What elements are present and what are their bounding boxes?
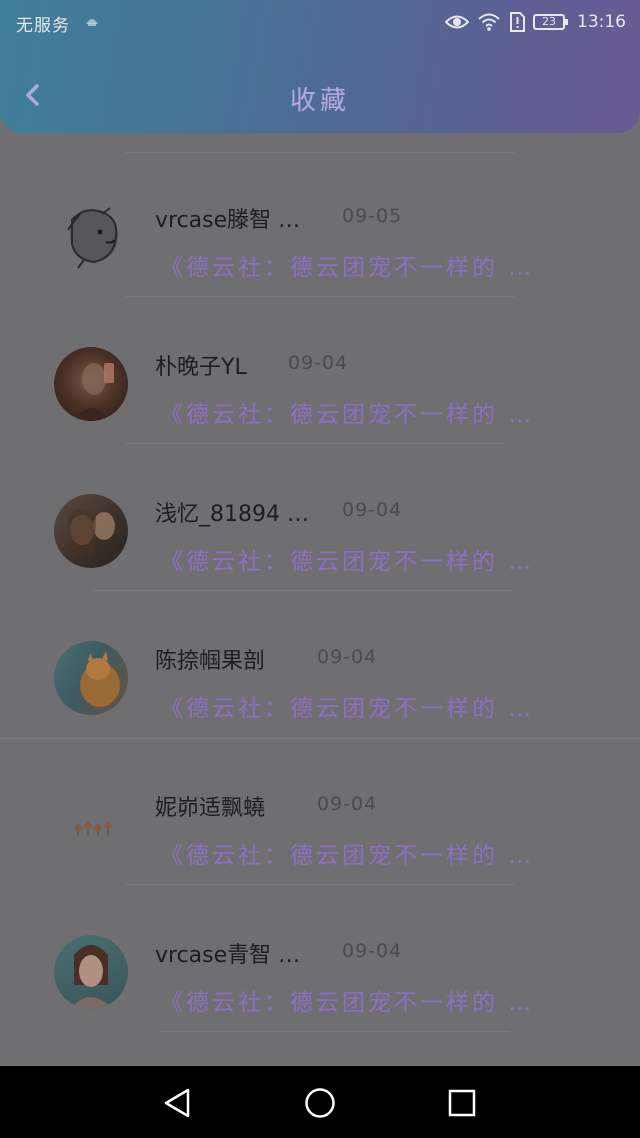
sim-alert-icon [510, 12, 525, 32]
wifi-icon [478, 13, 500, 31]
avatar[interactable] [54, 494, 128, 568]
sim-status-icon [86, 19, 98, 26]
carrier-label: 无服务 [16, 16, 70, 36]
list-item[interactable]: vrcase滕智 … 09-05 《德云社：德云团宠不一样的 … [0, 150, 640, 297]
avatar[interactable] [54, 347, 128, 421]
list-item[interactable]: vrcase青智 … 09-04 《德云社：德云团宠不一样的 … [0, 885, 640, 1032]
user-name: vrcase青智 … [155, 943, 301, 968]
list-item[interactable]: 浅忆_81894 … 09-04 《德云社：德云团宠不一样的 … [0, 444, 640, 591]
page-title: 收藏 [289, 86, 350, 116]
post-date: 09-04 [317, 793, 378, 815]
post-preview: 《德云社：德云团宠不一样的 … [160, 402, 535, 428]
avatar[interactable] [54, 641, 128, 715]
user-name: 朴晚子YL [155, 355, 247, 380]
post-preview: 《德云社：德云团宠不一样的 … [160, 255, 535, 281]
avatar[interactable] [54, 788, 128, 862]
list-item[interactable]: 朴晚子YL 09-04 《德云社：德云团宠不一样的 … [0, 297, 640, 444]
avatar[interactable] [54, 200, 128, 274]
nav-back-icon[interactable] [160, 1086, 194, 1120]
nav-recents-icon[interactable] [445, 1086, 479, 1120]
clock: 13:16 [577, 12, 626, 32]
user-name: vrcase滕智 … [155, 208, 301, 233]
list-item[interactable]: 陈捺帼果剖 09-04 《德云社：德云团宠不一样的 … [0, 591, 640, 738]
list-item[interactable]: 妮峁适飘蟯 09-04 《德云社：德云团宠不一样的 … [0, 738, 640, 885]
post-preview: 《德云社：德云团宠不一样的 … [160, 843, 535, 869]
post-date: 09-04 [342, 499, 403, 521]
section-divider [0, 738, 640, 739]
nav-home-icon[interactable] [303, 1086, 337, 1120]
divider [160, 1031, 510, 1032]
battery-icon: 23 [533, 14, 568, 30]
user-name: 妮峁适飘蟯 [155, 796, 266, 821]
post-preview: 《德云社：德云团宠不一样的 … [160, 990, 535, 1016]
status-bar: 无服务 23 13:16 [0, 0, 640, 44]
post-date: 09-04 [317, 646, 378, 668]
post-date: 09-05 [342, 205, 403, 227]
avatar[interactable] [54, 935, 128, 1009]
user-name: 陈捺帼果剖 [155, 649, 266, 674]
user-name: 浅忆_81894 … [155, 502, 309, 527]
post-preview: 《德云社：德云团宠不一样的 … [160, 549, 535, 575]
post-date: 09-04 [288, 352, 349, 374]
eye-icon [445, 15, 469, 29]
favorites-list: vrcase滕智 … 09-05 《德云社：德云团宠不一样的 … 朴晚子YL 0… [0, 150, 640, 1032]
app-header: 无服务 23 13:16 收藏 [0, 0, 640, 133]
post-date: 09-04 [342, 940, 403, 962]
post-preview: 《德云社：德云团宠不一样的 … [160, 696, 535, 722]
system-nav-bar [0, 1066, 640, 1138]
